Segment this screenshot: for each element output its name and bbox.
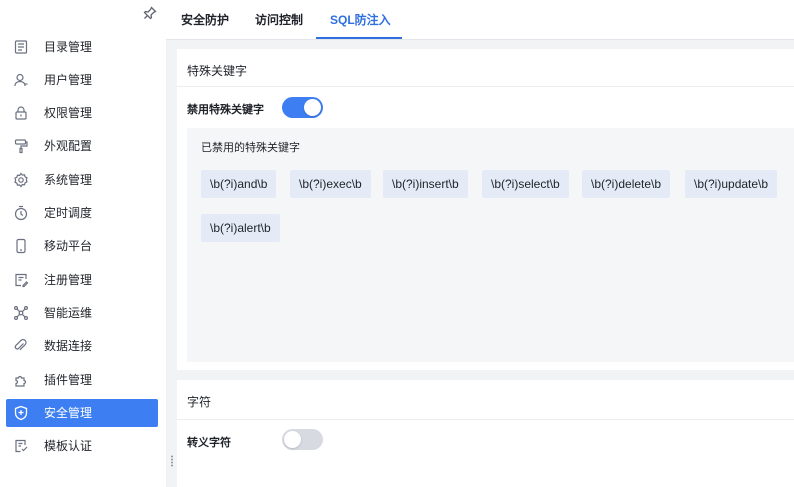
shield-icon	[14, 405, 28, 421]
sidebar-item-label: 智能运维	[44, 306, 93, 320]
sidebar-item-label: 移动平台	[44, 239, 93, 253]
mobile-icon	[16, 238, 26, 254]
sidebar-item-ops[interactable]: 智能运维	[6, 299, 158, 327]
sidebar-item-system[interactable]: 系统管理	[6, 166, 158, 194]
section-title: 字符	[187, 395, 212, 409]
keyword-chip[interactable]: \b(?i)alert\b	[201, 214, 280, 242]
keyword-chip[interactable]: \b(?i)exec\b	[290, 170, 371, 198]
keyword-chip[interactable]: \b(?i)select\b	[482, 170, 569, 198]
section-title: 特殊关键字	[187, 64, 248, 78]
puzzle-icon	[15, 375, 27, 387]
keyword-chip[interactable]: \b(?i)delete\b	[582, 170, 671, 198]
sidebar-item-label: 注册管理	[44, 273, 93, 287]
paint-roller-icon	[14, 139, 28, 154]
catalog-icon	[14, 40, 28, 54]
keyword-chip[interactable]: \b(?i)update\b	[685, 170, 778, 198]
lock-icon	[15, 106, 27, 120]
escape-chars-toggle[interactable]	[282, 429, 323, 450]
divider	[177, 419, 794, 420]
toggle-knob	[284, 431, 301, 448]
sidebar-item-template-cert[interactable]: 模板认证	[6, 432, 158, 460]
keyword-chip[interactable]: \b(?i)insert\b	[383, 170, 468, 198]
pin-icon[interactable]	[142, 5, 158, 21]
keyword-chip[interactable]: \b(?i)and\b	[201, 170, 277, 198]
sidebar-item-scheduling[interactable]: 定时调度	[6, 199, 158, 227]
sidebar-item-appearance[interactable]: 外观配置	[6, 132, 158, 160]
sidebar-item-label: 安全管理	[44, 406, 93, 420]
sidebar-item-mobile[interactable]: 移动平台	[6, 232, 158, 260]
sidebar: 目录管理 用户管理 权限管理 外观配置 系统管理 定时调度 移动平台 注册管理	[0, 0, 166, 487]
network-nodes-icon	[14, 306, 29, 321]
special-keywords-card: 特殊关键字 禁用特殊关键字 已禁用的特殊关键字 \b(?i)and\b \b(?…	[177, 49, 794, 370]
timer-icon	[14, 205, 28, 221]
sidebar-item-label: 定时调度	[44, 206, 93, 220]
link-icon	[14, 339, 27, 351]
registration-icon	[15, 273, 29, 288]
template-cert-icon	[15, 439, 28, 453]
disable-keywords-toggle[interactable]	[282, 97, 323, 118]
gear-icon	[14, 172, 28, 188]
sidebar-item-label: 模板认证	[44, 439, 93, 453]
characters-card: 字符 转义字符	[177, 380, 794, 487]
tab-bar: 安全防护 访问控制 SQL防注入	[166, 0, 794, 40]
divider	[177, 86, 794, 87]
active-tab-indicator	[316, 37, 402, 39]
tab-sql-injection[interactable]: SQL防注入	[330, 0, 391, 40]
escape-chars-label: 转义字符	[187, 437, 231, 449]
sidebar-item-registration[interactable]: 注册管理	[6, 266, 158, 294]
sidebar-item-label: 权限管理	[44, 106, 93, 120]
resize-handle[interactable]	[170, 455, 174, 467]
tab-access-control[interactable]: 访问控制	[255, 0, 303, 40]
sidebar-item-label: 数据连接	[44, 339, 93, 353]
sidebar-item-label: 用户管理	[44, 73, 93, 87]
tab-security-protection[interactable]: 安全防护	[181, 0, 229, 40]
sidebar-item-label: 插件管理	[44, 373, 93, 387]
sidebar-item-data-connection[interactable]: 数据连接	[6, 332, 158, 360]
sidebar-item-label: 外观配置	[44, 139, 93, 153]
sidebar-item-users[interactable]: 用户管理	[6, 66, 158, 94]
disabled-keywords-label: 已禁用的特殊关键字	[201, 142, 300, 154]
toggle-knob	[304, 99, 321, 116]
disabled-keywords-panel: 已禁用的特殊关键字 \b(?i)and\b \b(?i)exec\b \b(?i…	[187, 128, 794, 362]
disable-keywords-label: 禁用特殊关键字	[187, 104, 264, 116]
sidebar-item-catalog[interactable]: 目录管理	[6, 33, 158, 61]
sidebar-item-security[interactable]: 安全管理	[6, 399, 158, 427]
sidebar-item-label: 系统管理	[44, 173, 93, 187]
app-window: 目录管理 用户管理 权限管理 外观配置 系统管理 定时调度 移动平台 注册管理	[0, 0, 794, 487]
sidebar-item-label: 目录管理	[44, 40, 93, 54]
sidebar-item-plugins[interactable]: 插件管理	[6, 366, 158, 394]
sidebar-item-permissions[interactable]: 权限管理	[6, 99, 158, 127]
user-icon	[14, 73, 28, 87]
